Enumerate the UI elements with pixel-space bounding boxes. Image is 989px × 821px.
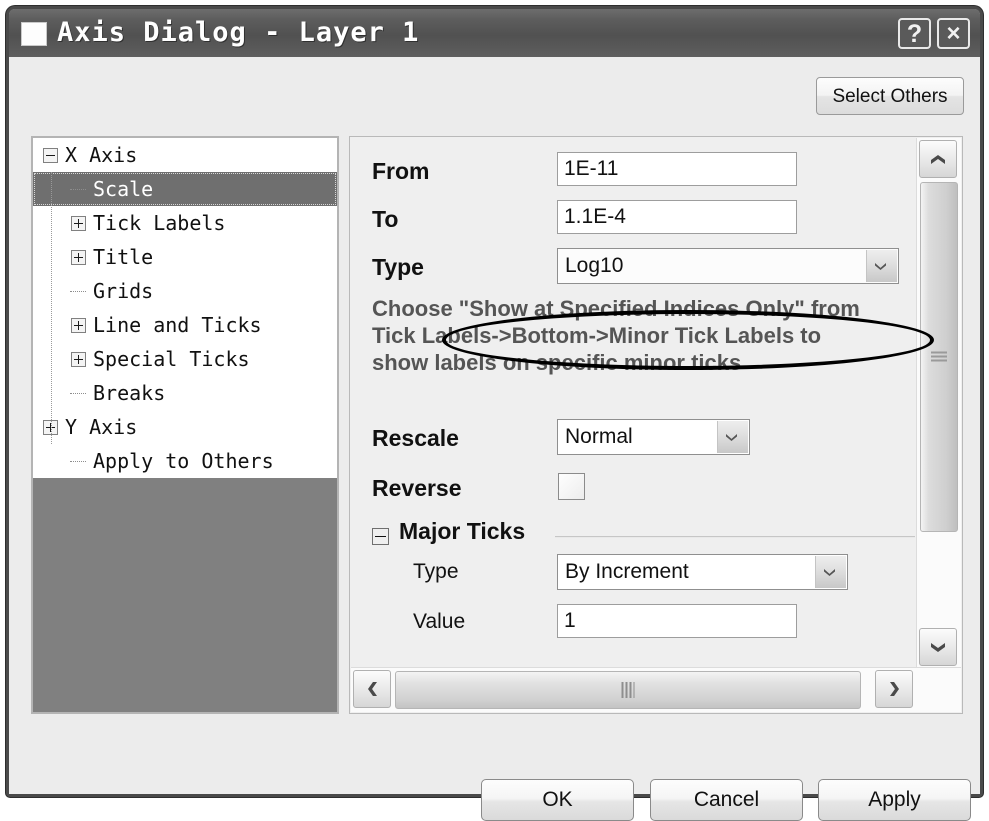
cancel-button[interactable]: Cancel (650, 779, 803, 821)
type-label: Type (372, 254, 424, 280)
collapse-icon[interactable] (43, 148, 58, 163)
tree-item-label: Apply to Others (93, 449, 274, 473)
scroll-left-icon[interactable] (353, 670, 391, 708)
horizontal-scroll-thumb[interactable] (395, 671, 861, 709)
vertical-scroll-thumb[interactable] (920, 182, 958, 532)
tree-item-label: Breaks (93, 381, 166, 405)
tree-item-apply-to-others[interactable]: Apply to Others (33, 444, 337, 478)
tree-item-label: Title (93, 245, 154, 269)
major-ticks-group-label: Major Ticks (399, 518, 526, 544)
scale-type-dropdown[interactable]: Log10 (557, 248, 899, 284)
chevron-down-icon (717, 421, 748, 453)
chevron-down-icon (815, 556, 846, 588)
window-title: Axis Dialog - Layer 1 (57, 17, 420, 48)
scale-form: From 1E-11 To 1.1E-4 Type Log10 Choose "… (350, 137, 918, 679)
tree-item-title[interactable]: Title (33, 240, 337, 274)
tree-guide-line (51, 172, 53, 444)
major-ticks-type-value: By Increment (565, 560, 689, 583)
tree-item-label: Special Ticks (93, 347, 250, 371)
scroll-right-icon[interactable] (875, 670, 913, 708)
help-icon[interactable]: ? (898, 18, 931, 49)
dialog-body: Select Others X Axis Scale Tick Labels Titl… (9, 57, 980, 821)
select-others-button[interactable]: Select Others (816, 77, 964, 115)
title-bar: Axis Dialog - Layer 1 ? × (9, 9, 980, 57)
horizontal-scrollbar[interactable] (351, 667, 961, 712)
tree-dot-connector (70, 393, 86, 395)
expand-icon[interactable] (71, 216, 86, 231)
tree-item-label: Tick Labels (93, 211, 226, 235)
expand-icon[interactable] (71, 352, 86, 367)
reverse-label: Reverse (372, 475, 462, 501)
tree-item-label: Line and Ticks (93, 313, 262, 337)
rescale-label: Rescale (372, 425, 459, 451)
app-window-icon (21, 22, 47, 46)
reverse-checkbox[interactable] (558, 473, 585, 500)
tree-item-label: Y Axis (65, 415, 138, 439)
tree-item-label: Scale (93, 177, 154, 201)
tree-item-breaks[interactable]: Breaks (33, 376, 337, 410)
scroll-grip-icon (931, 351, 947, 363)
tree-item-grids[interactable]: Grids (33, 274, 337, 308)
chevron-down-icon (866, 250, 897, 282)
scale-settings-panel: From 1E-11 To 1.1E-4 Type Log10 Choose "… (349, 136, 963, 714)
major-ticks-value-label: Value (413, 610, 466, 633)
major-ticks-collapse-icon[interactable] (372, 528, 389, 545)
tree-item-scale[interactable]: Scale (33, 172, 337, 206)
scale-type-value: Log10 (565, 254, 624, 277)
tree-dot-connector (70, 189, 86, 191)
tree-item-x-axis[interactable]: X Axis (33, 138, 337, 172)
tree-dot-connector (70, 461, 86, 463)
major-ticks-value-input[interactable]: 1 (557, 604, 797, 638)
scroll-grip-icon (621, 682, 635, 698)
major-ticks-type-dropdown[interactable]: By Increment (557, 554, 848, 590)
close-icon[interactable]: × (937, 18, 970, 49)
tree-item-line-and-ticks[interactable]: Line and Ticks (33, 308, 337, 342)
tree-item-y-axis[interactable]: Y Axis (33, 410, 337, 444)
tree-item-tick-labels[interactable]: Tick Labels (33, 206, 337, 240)
group-divider (555, 536, 915, 538)
expand-icon[interactable] (71, 250, 86, 265)
from-label: From (372, 158, 430, 184)
apply-button[interactable]: Apply (818, 779, 971, 821)
from-input[interactable]: 1E-11 (557, 152, 797, 186)
to-input[interactable]: 1.1E-4 (557, 200, 797, 234)
rescale-value: Normal (565, 425, 633, 448)
tree-dot-connector (70, 291, 86, 293)
to-label: To (372, 206, 399, 232)
tree-list: X Axis Scale Tick Labels Title Grids Line and… (33, 138, 337, 478)
tree-item-label: X Axis (65, 143, 138, 167)
tree-item-special-ticks[interactable]: Special Ticks (33, 342, 337, 376)
vertical-scrollbar[interactable] (916, 138, 961, 668)
axis-dialog-window: Axis Dialog - Layer 1 ? × Select Others … (6, 6, 983, 821)
major-ticks-type-label: Type (413, 560, 459, 583)
rescale-dropdown[interactable]: Normal (557, 419, 750, 455)
tree-background: X Axis Scale Tick Labels Title Grids Line and… (33, 138, 337, 712)
settings-tree-panel: X Axis Scale Tick Labels Title Grids Line and… (31, 136, 339, 714)
expand-icon[interactable] (71, 318, 86, 333)
ok-button[interactable]: OK (481, 779, 634, 821)
minor-tick-hint: Choose "Show at Specified Indices Only" … (372, 296, 860, 375)
scroll-up-icon[interactable] (919, 140, 957, 178)
tree-item-label: Grids (93, 279, 154, 303)
scroll-down-icon[interactable] (919, 628, 957, 666)
